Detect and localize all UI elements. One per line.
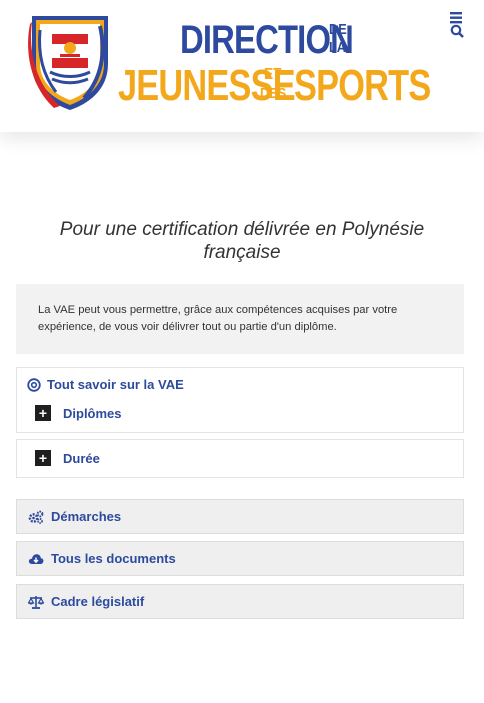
- intro-box: La VAE peut vous permettre, grâce aux co…: [16, 284, 464, 354]
- accordion-title: Tout savoir sur la VAE: [27, 377, 184, 392]
- cadre-legislatif-button[interactable]: Cadre législatif: [16, 584, 464, 619]
- accordion-item-diplomes[interactable]: + Diplômes: [35, 405, 122, 421]
- logo-sports: SPORTS: [294, 61, 431, 110]
- site-header: DIRECTION DE LA JEUNESSE ET DES SPORTS: [0, 0, 484, 132]
- plus-icon: +: [35, 450, 51, 466]
- help-circle-icon: [27, 377, 41, 392]
- plus-icon: +: [35, 405, 51, 421]
- demarches-label: Démarches: [51, 509, 122, 524]
- accordion-item-duree[interactable]: + Durée: [35, 450, 100, 466]
- logo-la: LA: [329, 39, 346, 56]
- logo-de: DE: [329, 21, 347, 38]
- accordion-item-label: Diplômes: [63, 405, 122, 421]
- logo-des: DES: [260, 85, 287, 102]
- cadre-legislatif-label: Cadre législatif: [51, 594, 145, 609]
- logo-emblem[interactable]: [26, 12, 114, 112]
- accordion-item-label: Durée: [63, 450, 100, 466]
- documents-button[interactable]: Tous les documents: [16, 541, 464, 576]
- accordion-vae: Tout savoir sur la VAE + Diplômes: [16, 367, 464, 433]
- demarches-button[interactable]: Démarches: [16, 499, 464, 534]
- cloud-download-icon: [28, 551, 44, 567]
- intro-text: La VAE peut vous permettre, grâce aux co…: [38, 304, 398, 333]
- page-subtitle: Pour une certification délivrée en Polyn…: [59, 219, 425, 263]
- logo-wordmark[interactable]: DIRECTION DE LA JEUNESSE ET DES SPORTS: [118, 16, 431, 116]
- gears-icon: [28, 509, 44, 525]
- search-icon: [450, 24, 464, 38]
- hamburger-icon: [450, 12, 464, 38]
- documents-label: Tous les documents: [51, 551, 176, 566]
- logo-et: ET: [264, 66, 282, 83]
- accordion-title-label: Tout savoir sur la VAE: [47, 377, 184, 392]
- menu-search-button[interactable]: [448, 12, 466, 38]
- accordion-duree: + Durée: [16, 439, 464, 478]
- logo-direction: DIRECTION: [180, 18, 354, 62]
- scale-icon: [28, 594, 44, 610]
